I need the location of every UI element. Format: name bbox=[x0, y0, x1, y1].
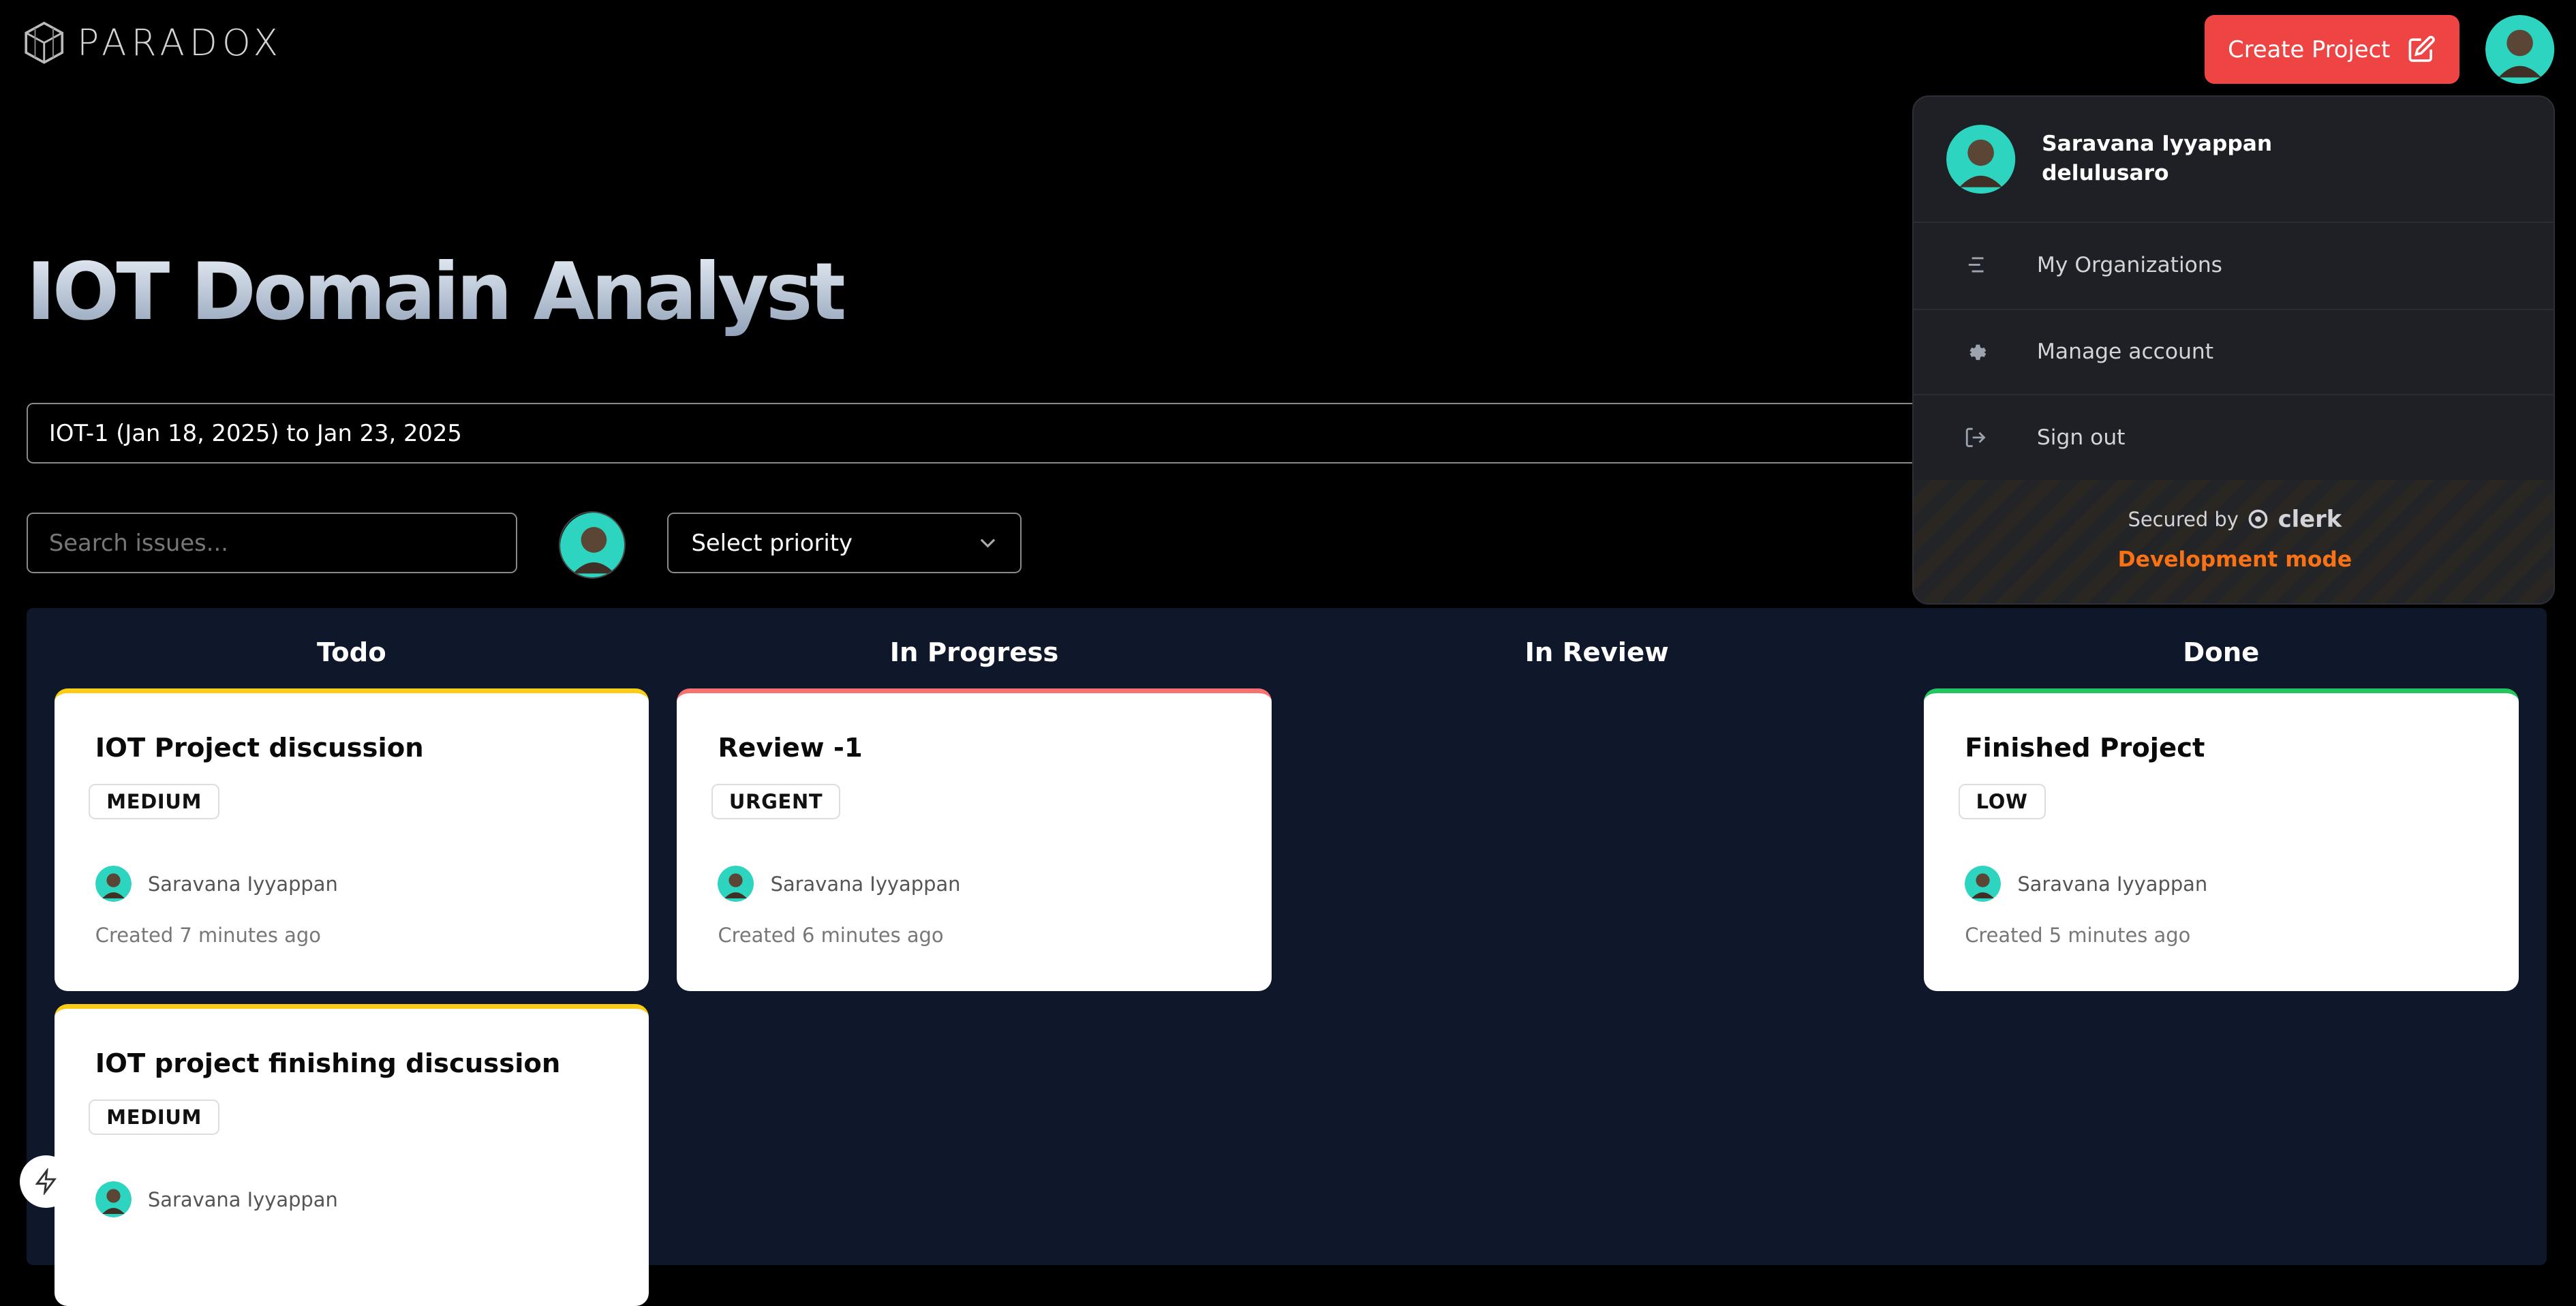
clerk-logo-icon bbox=[2248, 509, 2268, 529]
assignee-name: Saravana Iyyappan bbox=[147, 872, 338, 896]
development-mode-label: Development mode bbox=[2117, 547, 2352, 572]
secured-by: Secured by clerk bbox=[1914, 506, 2554, 533]
user-menu: Saravana Iyyappan delulusaro My Organiza… bbox=[1912, 95, 2555, 605]
edit-icon bbox=[2409, 35, 2436, 62]
column-header-done: Done bbox=[2183, 637, 2260, 669]
sign-out-icon bbox=[1914, 426, 2037, 449]
auth-footer: Secured by clerk Development mode bbox=[1914, 479, 2554, 604]
avatar bbox=[1946, 124, 2016, 194]
priority-badge: LOW bbox=[1958, 783, 2046, 820]
page-title: IOT Domain Analyst bbox=[26, 246, 847, 338]
brand-name: PARADOX bbox=[77, 21, 283, 64]
created-time: Created 5 minutes ago bbox=[1965, 923, 2191, 947]
avatar bbox=[2485, 14, 2555, 84]
issue-title: Finished Project bbox=[1965, 732, 2205, 763]
create-project-button[interactable]: Create Project bbox=[2205, 14, 2459, 84]
priority-badge: URGENT bbox=[711, 783, 841, 820]
assignee: Saravana Iyyappan bbox=[95, 866, 338, 902]
priority-badge: MEDIUM bbox=[89, 1099, 220, 1135]
menu-item-label: Manage account bbox=[2036, 339, 2214, 365]
menu-item-label: Sign out bbox=[2036, 425, 2126, 450]
column-header-in-progress: In Progress bbox=[889, 637, 1059, 669]
secured-by-label: Secured by bbox=[2128, 507, 2239, 531]
column-header-todo: Todo bbox=[316, 637, 386, 669]
issue-card[interactable]: Review -1 URGENT Saravana Iyyappan Creat… bbox=[677, 688, 1272, 991]
user-full-name: Saravana Iyyappan bbox=[2042, 132, 2273, 156]
issue-title: Review -1 bbox=[718, 732, 863, 763]
issue-card[interactable]: Finished Project LOW Saravana Iyyappan C… bbox=[1923, 688, 2519, 991]
created-time: Created 6 minutes ago bbox=[718, 923, 944, 947]
avatar bbox=[718, 866, 754, 902]
assignee-name: Saravana Iyyappan bbox=[770, 872, 961, 896]
assignee-filter-avatar[interactable] bbox=[558, 511, 626, 579]
avatar bbox=[95, 866, 132, 902]
created-time: Created 7 minutes ago bbox=[95, 923, 321, 947]
assignee-name: Saravana Iyyappan bbox=[147, 1187, 338, 1211]
user-username: delulusaro bbox=[2042, 161, 2169, 186]
issue-title: IOT Project discussion bbox=[95, 732, 424, 763]
assignee: Saravana Iyyappan bbox=[1965, 866, 2207, 902]
search-input[interactable] bbox=[26, 513, 518, 574]
clerk-wordmark: clerk bbox=[2278, 506, 2342, 533]
avatar bbox=[1965, 866, 2002, 902]
avatar bbox=[95, 1181, 132, 1218]
assignee: Saravana Iyyappan bbox=[95, 1181, 338, 1218]
chevron-down-icon bbox=[980, 538, 995, 548]
brand-logo[interactable]: PARADOX bbox=[21, 20, 283, 65]
cube-logo-icon bbox=[25, 21, 64, 64]
assignee-name: Saravana Iyyappan bbox=[2017, 872, 2208, 896]
avatar bbox=[559, 512, 625, 577]
priority-select[interactable]: Select priority bbox=[666, 513, 1022, 574]
sprint-value: IOT-1 (Jan 18, 2025) to Jan 23, 2025 bbox=[48, 419, 462, 446]
kanban-board: Todo In Progress In Review Done IOT Proj… bbox=[26, 607, 2547, 1306]
assignee: Saravana Iyyappan bbox=[718, 866, 960, 902]
create-project-label: Create Project bbox=[2228, 35, 2391, 63]
priority-placeholder: Select priority bbox=[691, 530, 853, 557]
column-header-in-review: In Review bbox=[1524, 637, 1669, 669]
issue-card[interactable]: IOT Project discussion MEDIUM Saravana I… bbox=[54, 688, 649, 991]
list-icon bbox=[1914, 255, 2037, 275]
issue-title: IOT project finishing discussion bbox=[95, 1048, 561, 1079]
issue-card[interactable]: IOT project finishing discussion MEDIUM … bbox=[54, 1003, 649, 1306]
menu-item-sign-out[interactable]: Sign out bbox=[1914, 394, 2554, 479]
menu-item-my-organizations[interactable]: My Organizations bbox=[1914, 222, 2554, 307]
user-avatar-button[interactable] bbox=[2485, 14, 2555, 84]
bolt-dev-button[interactable] bbox=[19, 1155, 73, 1208]
priority-badge: MEDIUM bbox=[89, 783, 220, 820]
user-menu-header: Saravana Iyyappan delulusaro bbox=[1946, 124, 2273, 194]
menu-item-label: My Organizations bbox=[2036, 252, 2222, 277]
menu-item-manage-account[interactable]: Manage account bbox=[1914, 308, 2554, 394]
bolt-icon bbox=[35, 1168, 57, 1195]
gear-icon bbox=[1914, 341, 2037, 364]
